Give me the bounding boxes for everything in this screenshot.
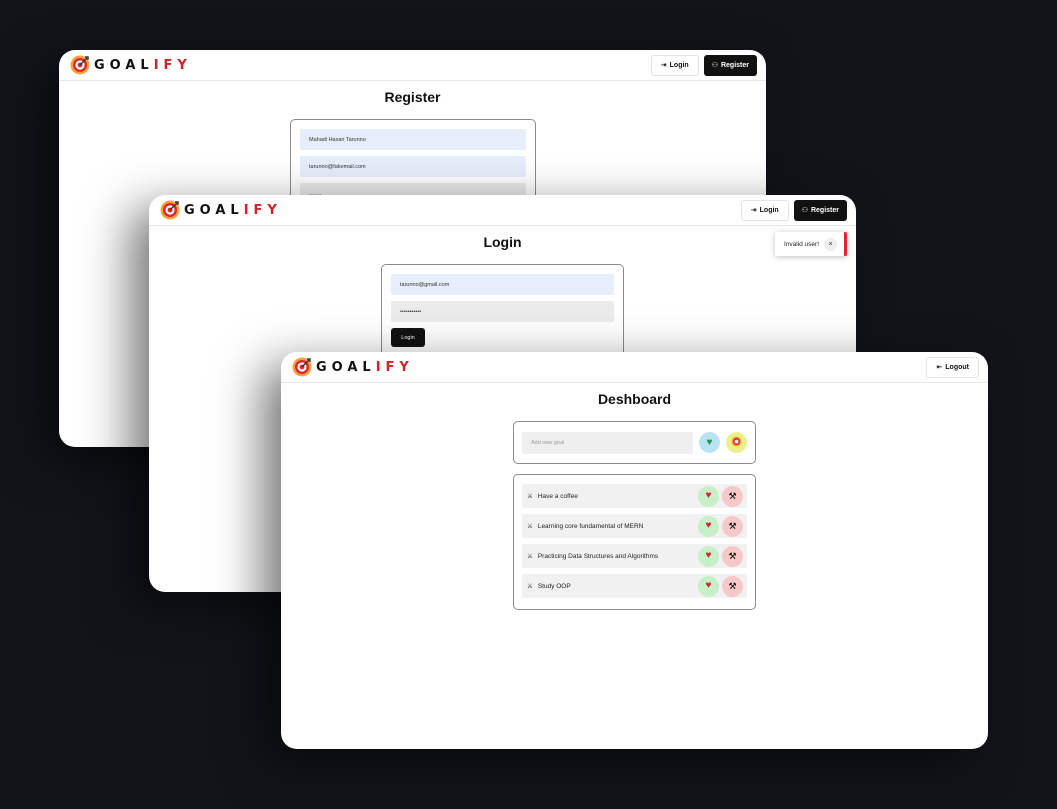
login-button[interactable]: ⇥ Login xyxy=(650,54,699,76)
heart-icon: ♥ xyxy=(705,580,712,591)
name-field[interactable]: Mahadi Hasan Tarunno xyxy=(300,129,526,150)
goal-label: Have a coffee xyxy=(537,492,578,500)
new-goal-input[interactable]: Add new goal xyxy=(522,431,693,454)
brand-prefix: GOAL xyxy=(316,359,376,375)
brand-suffix: IFY xyxy=(243,202,282,218)
add-user-icon: ⚇ xyxy=(711,62,718,69)
login-form: tarunno@gmail.com ••••••••••• Login xyxy=(381,264,624,364)
delete-button[interactable]: ⚒ xyxy=(722,545,743,567)
goal-icon: ⚔ xyxy=(527,553,533,560)
goal-icon: ⚔ xyxy=(527,583,533,590)
register-button-label: Register xyxy=(720,61,749,69)
login-icon: ⇥ xyxy=(750,207,757,214)
goal-item: ⚔ Study OOP ♥ ⚒ xyxy=(522,574,747,598)
login-submit-label: Login xyxy=(401,334,415,341)
heart-icon: ♥ xyxy=(705,550,712,561)
brand-name: GOALIFY xyxy=(184,203,282,218)
goal-icon: ⚔ xyxy=(527,523,533,530)
page-title: Register xyxy=(384,89,441,105)
new-goal-form: Add new goal ♥ xyxy=(513,421,756,464)
brand-logo[interactable]: GOALIFY xyxy=(160,200,282,220)
password-field[interactable]: ••••••••••• xyxy=(391,301,614,322)
login-button[interactable]: ⇥ Login xyxy=(740,199,789,221)
email-field[interactable]: tarunno@gmail.com xyxy=(391,274,614,295)
target-icon xyxy=(160,200,180,220)
goal-list: ⚔ Have a coffee ♥ ⚒ ⚔ Learning core fund… xyxy=(513,474,756,610)
logout-button[interactable]: ⇤ Logout xyxy=(926,356,979,378)
close-icon[interactable]: × xyxy=(824,237,837,251)
hammer-icon: ⚒ xyxy=(728,490,737,501)
error-toast: Invalid user! × xyxy=(774,232,847,256)
brand-suffix: IFY xyxy=(153,57,192,73)
target-icon xyxy=(731,436,742,449)
navbar: GOALIFY ⇤ Logout xyxy=(281,352,988,383)
brand-prefix: GOAL xyxy=(94,57,154,73)
navbar: GOALIFY ⇥ Login ⚇ Register xyxy=(149,195,856,226)
login-submit-button[interactable]: Login xyxy=(391,328,425,347)
page-title: Deshboard xyxy=(597,391,672,407)
brand-logo[interactable]: GOALIFY xyxy=(292,357,414,377)
goal-item: ⚔ Have a coffee ♥ ⚒ xyxy=(522,484,747,508)
brand-logo[interactable]: GOALIFY xyxy=(70,55,192,75)
toast-message: Invalid user! xyxy=(783,240,819,248)
target-icon xyxy=(292,357,312,377)
register-button[interactable]: ⚇ Register xyxy=(703,54,757,76)
brand-prefix: GOAL xyxy=(184,202,244,218)
logout-icon: ⇤ xyxy=(936,364,943,371)
goal-item: ⚔ Practicing Data Structures and Algorit… xyxy=(522,544,747,568)
favorite-button[interactable]: ♥ xyxy=(699,432,720,453)
hammer-icon: ⚒ xyxy=(728,520,737,531)
navbar: GOALIFY ⇥ Login ⚇ Register xyxy=(59,50,766,81)
like-button[interactable]: ♥ xyxy=(698,545,719,567)
delete-button[interactable]: ⚒ xyxy=(722,485,743,507)
heart-icon: ♥ xyxy=(705,520,712,531)
target-icon xyxy=(70,55,90,75)
hammer-icon: ⚒ xyxy=(728,550,737,561)
like-button[interactable]: ♥ xyxy=(698,515,719,537)
goal-label: Practicing Data Structures and Algorithm… xyxy=(537,552,659,560)
logout-button-label: Logout xyxy=(945,363,969,371)
heart-icon: ♥ xyxy=(706,436,713,448)
like-button[interactable]: ♥ xyxy=(698,485,719,507)
login-icon: ⇥ xyxy=(660,62,667,69)
page-title: Login xyxy=(483,234,522,250)
goal-label: Study OOP xyxy=(537,582,571,590)
register-button-label: Register xyxy=(810,206,839,214)
brand-suffix: IFY xyxy=(375,359,414,375)
goal-icon: ⚔ xyxy=(527,493,533,500)
heart-icon: ♥ xyxy=(705,490,712,501)
add-user-icon: ⚇ xyxy=(801,207,808,214)
login-button-label: Login xyxy=(669,61,689,69)
delete-button[interactable]: ⚒ xyxy=(722,575,743,597)
add-goal-button[interactable] xyxy=(726,432,747,453)
goal-label: Learning core fundamental of MERN xyxy=(537,522,644,530)
goal-item: ⚔ Learning core fundamental of MERN ♥ ⚒ xyxy=(522,514,747,538)
brand-name: GOALIFY xyxy=(316,360,414,375)
hammer-icon: ⚒ xyxy=(728,580,737,591)
register-button[interactable]: ⚇ Register xyxy=(793,199,847,221)
like-button[interactable]: ♥ xyxy=(698,575,719,597)
delete-button[interactable]: ⚒ xyxy=(722,515,743,537)
login-button-label: Login xyxy=(759,206,779,214)
dashboard-window: GOALIFY ⇤ Logout Deshboard Add new goal … xyxy=(281,352,988,749)
brand-name: GOALIFY xyxy=(94,58,192,73)
email-field[interactable]: tarunno@fakemail.com xyxy=(300,156,526,177)
